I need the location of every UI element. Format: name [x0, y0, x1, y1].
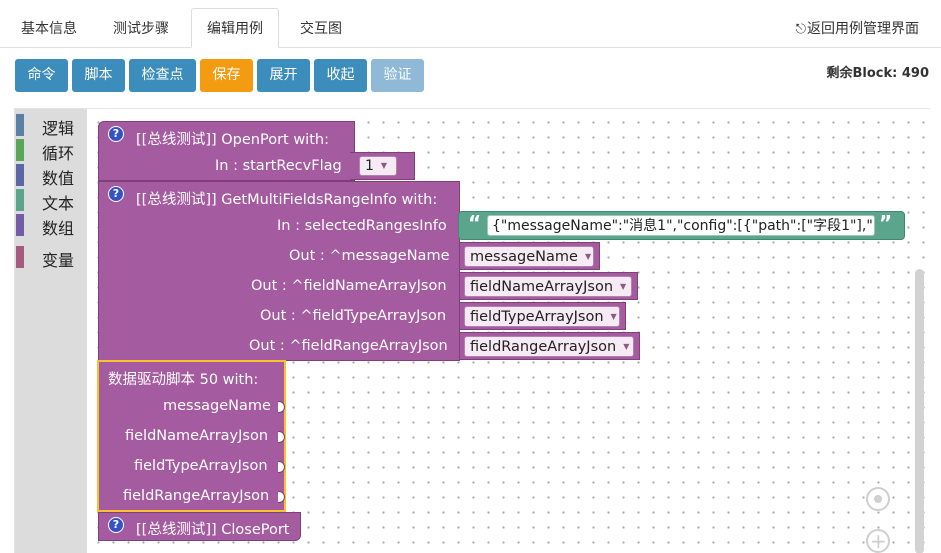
get-multi-title: [[总线测试]] GetMultiFieldsRangeInfo with:	[136, 192, 438, 208]
field-type-array-variable-dropdown[interactable]: fieldTypeArrayJson ▼	[464, 306, 620, 327]
tab-edit-case[interactable]: 编辑用例	[191, 8, 279, 48]
category-color-bar	[16, 139, 24, 161]
out-field-range-array-label: Out : ^fieldRangeArrayJson	[249, 338, 448, 354]
close-quote-icon: ”	[879, 211, 893, 235]
help-icon[interactable]: ?	[108, 517, 124, 533]
collapse-button[interactable]: 收起	[314, 59, 367, 92]
open-port-title: [[总线测试]] OpenPort with:	[136, 132, 329, 148]
selected-ranges-info-string[interactable]: {"messageName":"消息1","config":[{"path":[…	[487, 215, 875, 236]
variable-name: fieldTypeArrayJson	[470, 309, 604, 325]
category-label: 逻辑	[42, 119, 75, 138]
toolbox: 逻辑 循环 数值 文本 数组 变量	[15, 109, 87, 553]
open-quote-icon: “	[468, 211, 482, 235]
selected-ranges-info-label: In : selectedRangesInfo	[277, 218, 447, 234]
recenter-button[interactable]	[866, 487, 890, 511]
field-range-array-variable-dropdown[interactable]: fieldRangeArrayJson ▼	[464, 336, 634, 357]
variable-name: fieldRangeArrayJson	[470, 339, 617, 355]
category-label: 循环	[42, 144, 75, 163]
category-color-bar	[16, 214, 24, 236]
data-driven-title: 数据驱动脚本 50 with:	[108, 372, 259, 388]
command-button[interactable]: 命令	[15, 59, 68, 92]
toolbox-category-variable[interactable]: 变量	[15, 246, 87, 270]
toolbox-category-list[interactable]: 数组	[15, 214, 87, 238]
blockly-workspace: 逻辑 循环 数值 文本 数组 变量 ? [[总线测试]] OpenPort wi…	[14, 108, 930, 553]
category-color-bar	[16, 189, 24, 211]
param-field-range-array: fieldRangeArrayJson	[123, 488, 270, 504]
out-message-name-label: Out : ^messageName	[289, 248, 450, 264]
app-root: 基本信息 测试步骤 编辑用例 交互图 ⎋返回用例管理界面 命令 脚本 检查点 保…	[0, 0, 941, 553]
category-color-bar	[16, 164, 24, 186]
category-label: 数组	[42, 219, 75, 238]
help-icon[interactable]: ?	[108, 126, 124, 142]
chevron-down-icon: ▼	[620, 282, 627, 291]
start-recv-flag-dropdown[interactable]: 1 ▼	[359, 156, 397, 176]
variable-name: fieldNameArrayJson	[470, 279, 614, 295]
chevron-down-icon: ▼	[584, 252, 592, 261]
crosshair-icon	[874, 495, 882, 503]
sign-out-icon: ⎋	[795, 22, 806, 37]
checkpoint-button[interactable]: 检查点	[129, 59, 196, 92]
remaining-blocks-count: 剩余Block: 490	[826, 66, 929, 81]
open-port-input-label: In : startRecvFlag	[215, 158, 342, 174]
zoom-in-button[interactable]: +	[866, 529, 890, 553]
help-icon[interactable]: ?	[108, 186, 124, 202]
out-field-type-array-label: Out : ^fieldTypeArrayJson	[260, 308, 447, 324]
back-link-label: 返回用例管理界面	[807, 21, 919, 37]
close-port-title: [[总线测试]] ClosePort	[136, 522, 290, 538]
category-label: 数值	[42, 169, 75, 188]
category-color-bar	[16, 114, 24, 136]
verify-button[interactable]: 验证	[371, 59, 424, 92]
message-name-variable-dropdown[interactable]: messageName ▼	[464, 246, 594, 267]
variable-name: messageName	[470, 249, 578, 265]
chevron-down-icon: ▼	[610, 312, 617, 321]
category-label: 变量	[42, 251, 75, 270]
plus-icon: +	[870, 529, 887, 553]
param-field-name-array: fieldNameArrayJson	[125, 428, 269, 444]
tab-basic-info[interactable]: 基本信息	[6, 9, 92, 49]
chevron-down-icon: ▼	[623, 342, 630, 351]
start-recv-flag-value: 1	[365, 158, 374, 174]
field-name-array-variable-dropdown[interactable]: fieldNameArrayJson ▼	[464, 276, 632, 297]
expand-button[interactable]: 展开	[257, 59, 310, 92]
tab-test-steps[interactable]: 测试步骤	[98, 9, 184, 49]
workspace-vertical-scrollbar[interactable]	[915, 269, 924, 553]
toolbox-category-loop[interactable]: 循环	[15, 139, 87, 163]
save-button[interactable]: 保存	[200, 59, 253, 92]
toolbox-category-text[interactable]: 文本	[15, 189, 87, 213]
script-button[interactable]: 脚本	[72, 59, 125, 92]
param-field-type-array: fieldTypeArrayJson	[134, 458, 268, 474]
out-field-name-array-label: Out : ^fieldNameArrayJson	[251, 278, 447, 294]
toolbox-category-math[interactable]: 数值	[15, 164, 87, 188]
category-label: 文本	[42, 194, 75, 213]
toolbox-category-logic[interactable]: 逻辑	[15, 114, 87, 138]
chevron-down-icon: ▼	[380, 161, 388, 170]
param-message-name: messageName	[163, 398, 271, 414]
back-to-case-management-link[interactable]: ⎋返回用例管理界面	[796, 18, 919, 38]
tab-bar: 基本信息 测试步骤 编辑用例 交互图 ⎋返回用例管理界面	[0, 0, 941, 48]
tab-interaction-diagram[interactable]: 交互图	[284, 9, 358, 49]
category-color-bar	[16, 246, 24, 268]
